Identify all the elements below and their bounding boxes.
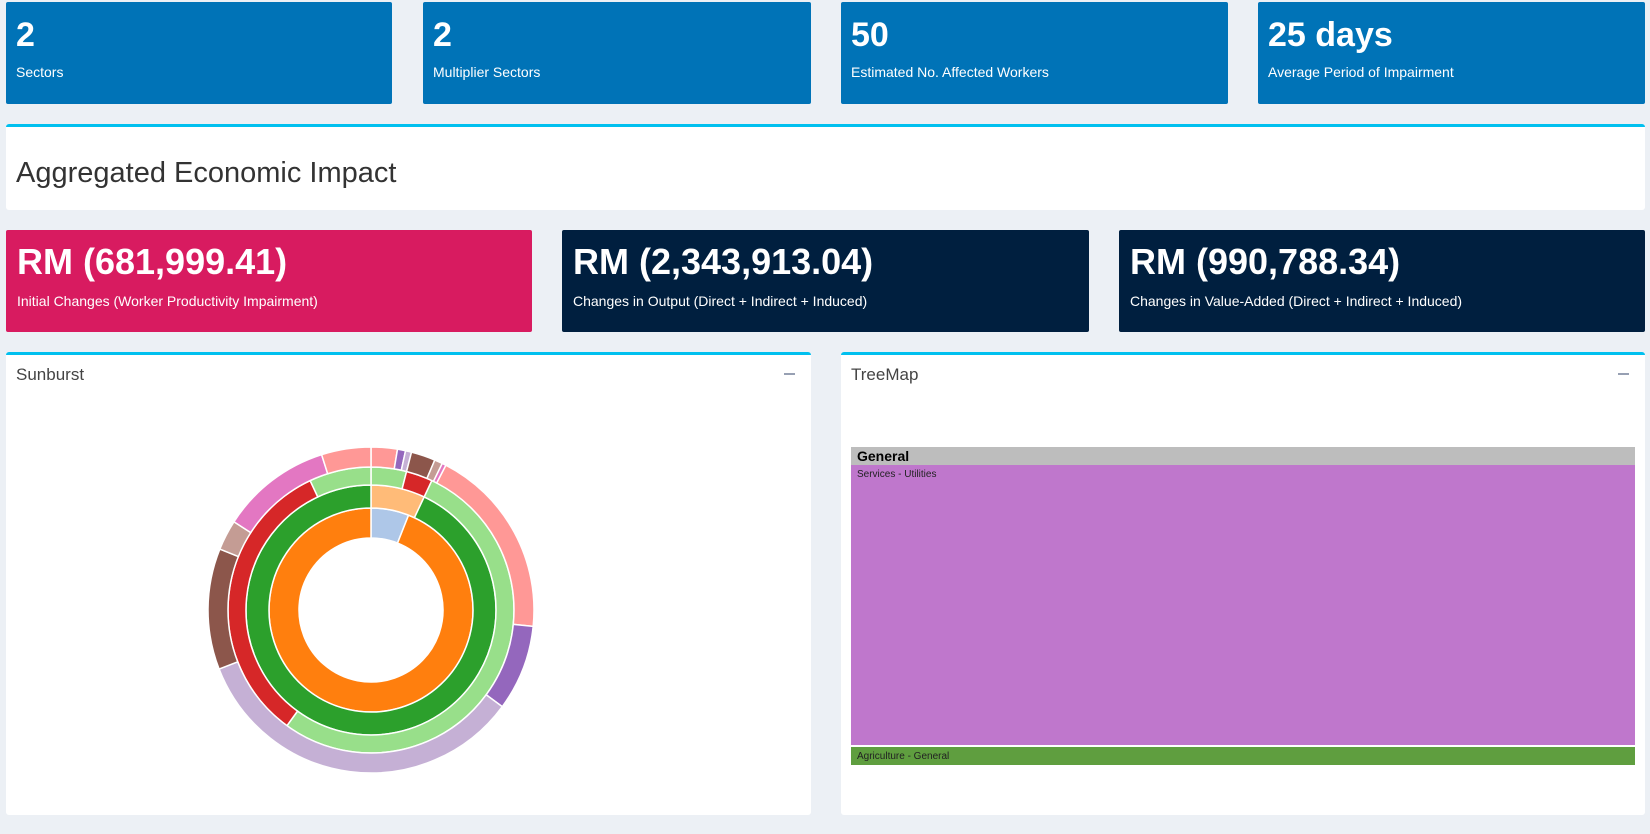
treemap-root-label: General — [851, 447, 1635, 465]
value-box-label: Average Period of Impairment — [1268, 64, 1454, 80]
impact-box-output-changes: RM (2,343,913.04) Changes in Output (Dir… — [562, 230, 1089, 332]
impact-value: RM (681,999.41) — [17, 241, 288, 282]
value-box-impairment-period: 25 days Average Period of Impairment — [1258, 2, 1645, 104]
collapse-minus-icon[interactable] — [1618, 373, 1629, 375]
impact-label: Changes in Output (Direct + Indirect + I… — [573, 293, 868, 309]
value-box-multiplier-sectors: 2 Multiplier Sectors — [423, 2, 811, 104]
value-box-value: 50 — [851, 16, 889, 54]
sunburst-chart — [207, 446, 535, 774]
impact-value: RM (990,788.34) — [1130, 241, 1401, 282]
value-box-label: Estimated No. Affected Workers — [851, 64, 1049, 80]
section-title: Aggregated Economic Impact — [16, 157, 397, 189]
value-box-label: Multiplier Sectors — [433, 64, 541, 80]
section-header-box: Aggregated Economic Impact — [6, 124, 1645, 210]
impact-label: Changes in Value-Added (Direct + Indirec… — [1130, 293, 1463, 309]
value-box-sectors: 2 Sectors — [6, 2, 392, 104]
treemap-cell-services-utilities[interactable]: Services - Utilities — [851, 465, 1635, 745]
value-box-affected-workers: 50 Estimated No. Affected Workers — [841, 2, 1228, 104]
impact-box-initial-changes: RM (681,999.41) Initial Changes (Worker … — [6, 230, 532, 332]
treemap-cell-agriculture-general[interactable]: Agriculture - General — [851, 747, 1635, 765]
value-box-value: 25 days — [1268, 16, 1393, 54]
value-box-value: 2 — [433, 16, 452, 54]
sunburst-segment-ring0-1[interactable] — [268, 507, 474, 713]
impact-label: Initial Changes (Worker Productivity Imp… — [17, 293, 318, 309]
treemap-panel: TreeMap General Services - Utilities Agr… — [841, 352, 1645, 815]
sunburst-panel: Sunburst — [6, 352, 811, 815]
impact-box-value-added-changes: RM (990,788.34) Changes in Value-Added (… — [1119, 230, 1645, 332]
sunburst-segment-ring3-0[interactable] — [370, 446, 399, 470]
value-box-value: 2 — [16, 16, 35, 54]
value-box-label: Sectors — [16, 64, 64, 80]
impact-value: RM (2,343,913.04) — [573, 241, 874, 282]
panel-title: TreeMap — [851, 365, 919, 384]
